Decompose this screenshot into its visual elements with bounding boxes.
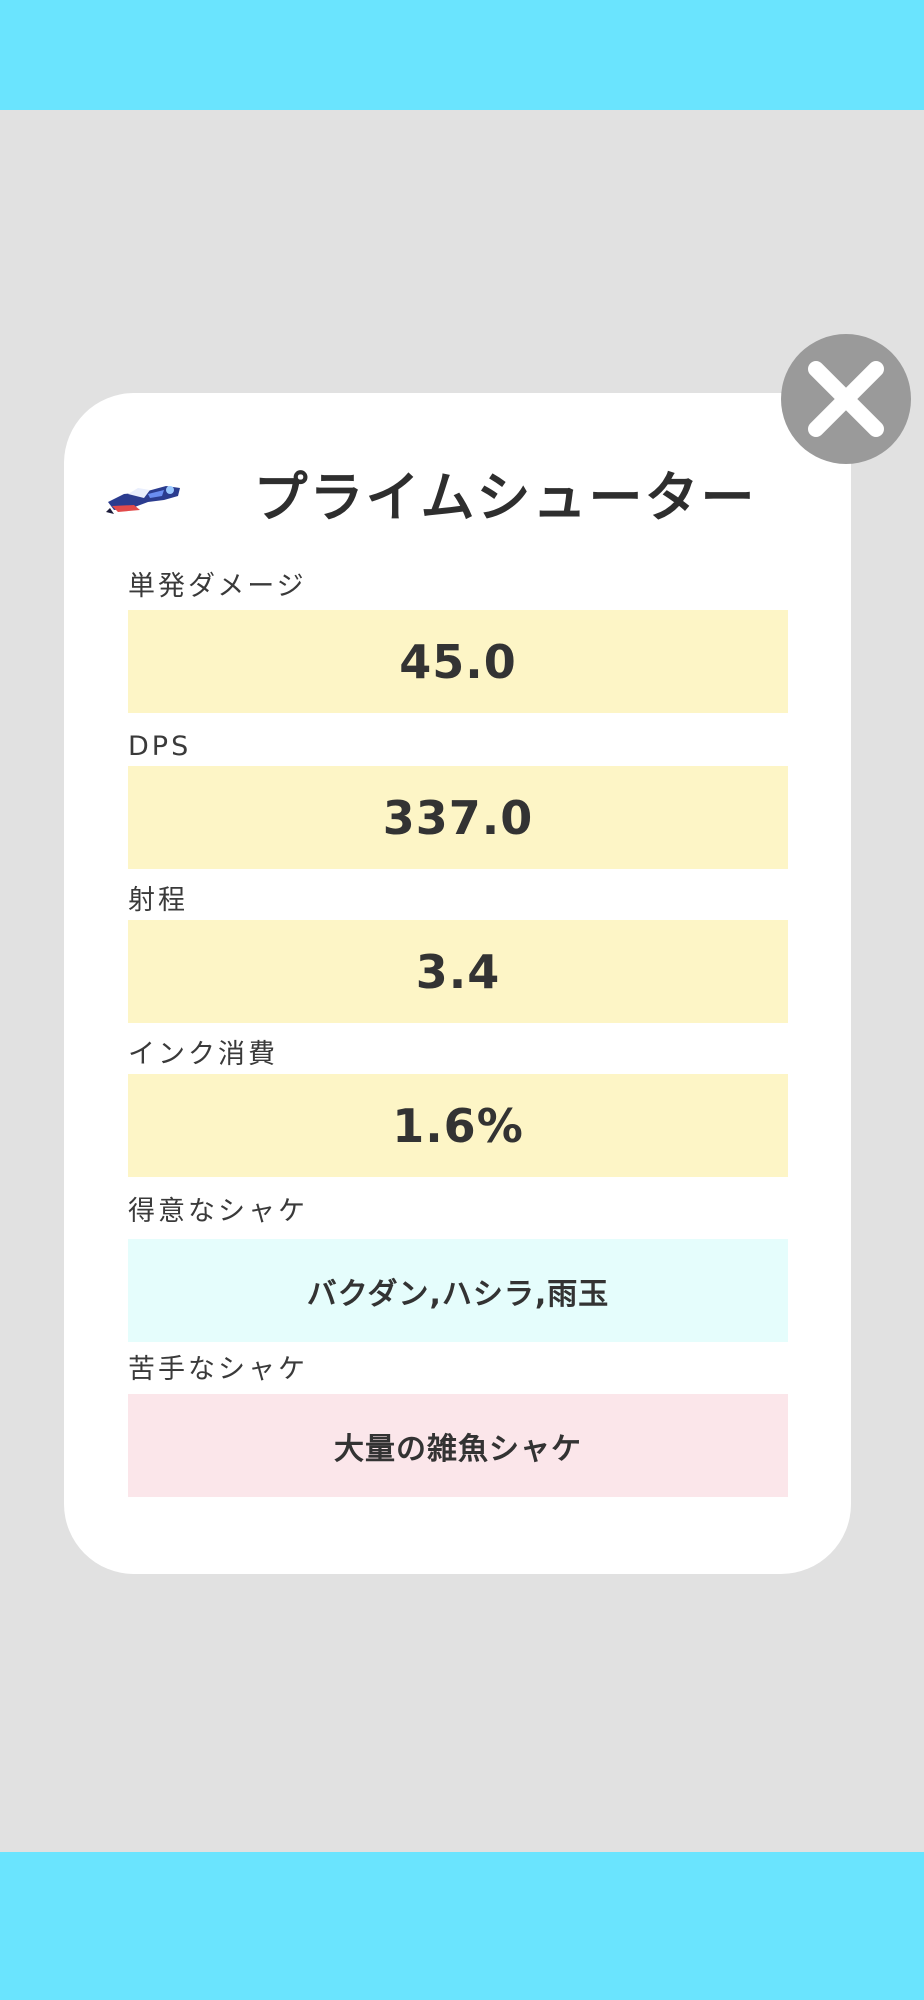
strong-against-value: バクダン,ハシラ,雨玉: [128, 1239, 788, 1342]
close-icon: [808, 361, 884, 437]
stat-label-ink-consumption: インク消費: [128, 1039, 278, 1070]
weak-against-label: 苦手なシャケ: [128, 1354, 308, 1385]
stat-label-damage: 単発ダメージ: [128, 571, 307, 602]
stat-value-ink-consumption: 1.6%: [128, 1074, 788, 1177]
stat-value-dps: 337.0: [128, 766, 788, 869]
prime-shooter-weapon-icon: [106, 486, 180, 514]
stat-value-range: 3.4: [128, 920, 788, 1023]
weapon-name: プライムシューター: [253, 466, 757, 529]
stat-value-damage: 45.0: [128, 610, 788, 713]
stat-label-range: 射程: [128, 885, 188, 916]
weak-against-value: 大量の雑魚シャケ: [128, 1394, 788, 1497]
bottom-bar: [0, 1852, 924, 2000]
strong-against-label: 得意なシャケ: [128, 1196, 308, 1227]
stat-label-dps: DPS: [128, 731, 192, 762]
close-button[interactable]: [781, 334, 911, 464]
top-bar: [0, 0, 924, 110]
